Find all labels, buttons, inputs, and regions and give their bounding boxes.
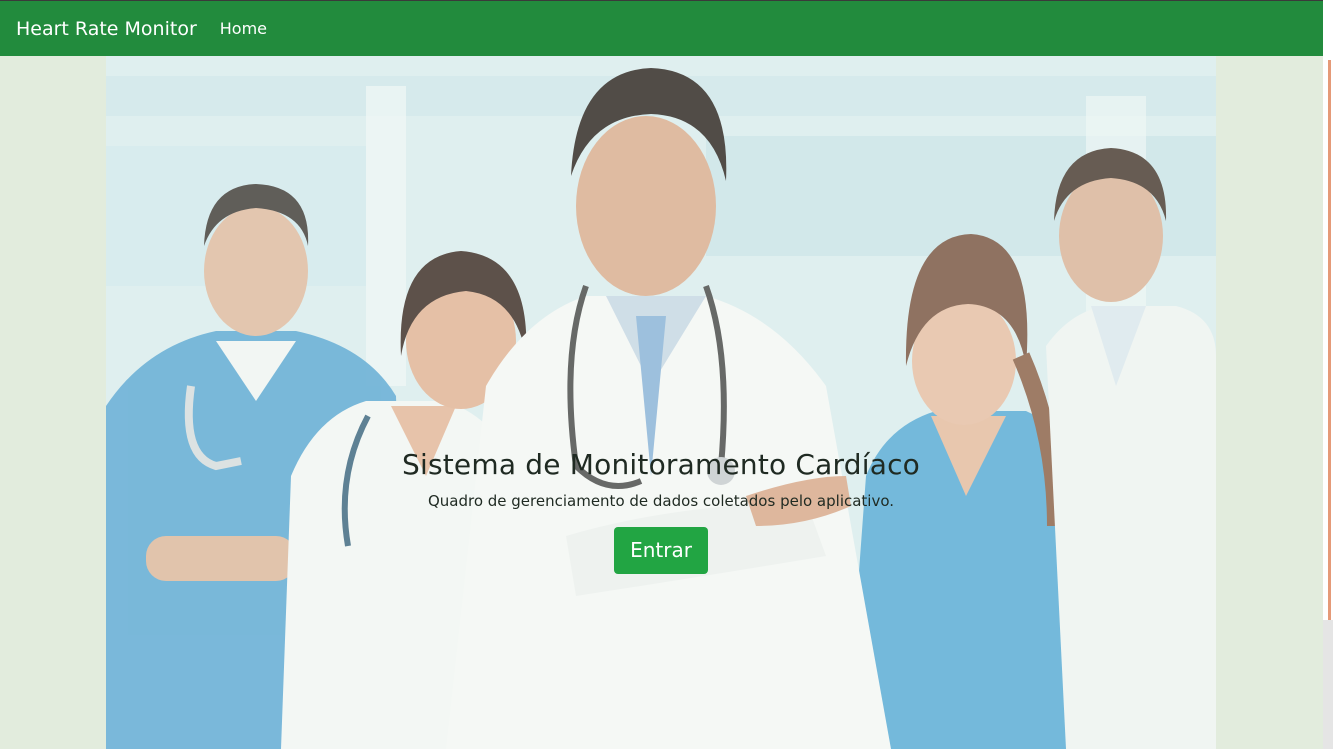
scrollbar-bottom [1323, 620, 1333, 749]
scrollbar-track-line [1328, 60, 1331, 620]
hero-overlay [106, 56, 1216, 749]
hero-title: Sistema de Monitoramento Cardíaco [402, 448, 920, 481]
hero-section: Sistema de Monitoramento Cardíaco Quadro… [106, 56, 1216, 749]
navbar-brand[interactable]: Heart Rate Monitor [16, 18, 197, 40]
nav-link-home[interactable]: Home [220, 19, 267, 38]
navbar: Heart Rate Monitor Home [0, 1, 1323, 56]
hero-content: Sistema de Monitoramento Cardíaco Quadro… [106, 448, 1216, 574]
hero-subtitle: Quadro de gerenciamento de dados coletad… [427, 492, 895, 510]
page-scrollbar[interactable] [1323, 0, 1333, 749]
enter-button[interactable]: Entrar [614, 527, 708, 574]
